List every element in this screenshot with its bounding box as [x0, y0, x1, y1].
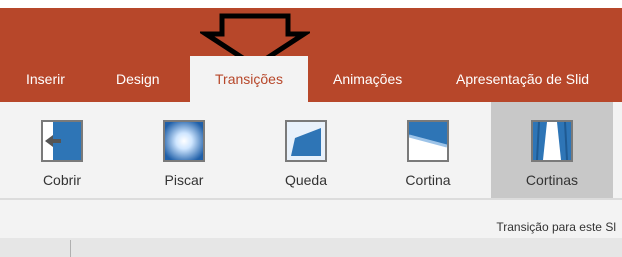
tab-inserir[interactable]: Inserir [26, 56, 65, 102]
transition-queda-button[interactable]: Queda [258, 102, 354, 198]
transition-label: Cobrir [42, 172, 82, 188]
drape-transition-icon [407, 120, 449, 162]
tab-transicoes[interactable]: Transições [190, 56, 308, 102]
tab-animacoes[interactable]: Animações [333, 56, 402, 102]
transition-cobrir-button[interactable]: Cobrir [14, 102, 110, 198]
group-label: Transição para este Sl [496, 220, 616, 234]
workspace-strip [0, 238, 622, 257]
cover-transition-icon [41, 120, 83, 162]
transition-label: Piscar [164, 172, 204, 188]
transitions-gallery: Cobrir Piscar Queda Cortina Cortinas [0, 102, 622, 198]
tab-design[interactable]: Design [116, 56, 160, 102]
top-strip [0, 0, 622, 8]
transition-label: Queda [284, 172, 328, 188]
curtains-transition-icon [531, 120, 573, 162]
pane-divider[interactable] [70, 240, 71, 257]
transition-cortinas-button[interactable]: Cortinas [491, 102, 613, 198]
transition-piscar-button[interactable]: Piscar [136, 102, 232, 198]
transition-label: Cortina [405, 172, 451, 188]
transition-cortina-button[interactable]: Cortina [380, 102, 476, 198]
ribbon-tabs: Inserir Design Transições Animações Apre… [0, 56, 622, 102]
ribbon-group-bar: Transição para este Sl [0, 200, 622, 238]
tab-apresentacao[interactable]: Apresentação de Slid [456, 56, 589, 102]
flash-transition-icon [163, 120, 205, 162]
transition-label: Cortinas [525, 172, 579, 188]
fall-over-transition-icon [285, 120, 327, 162]
